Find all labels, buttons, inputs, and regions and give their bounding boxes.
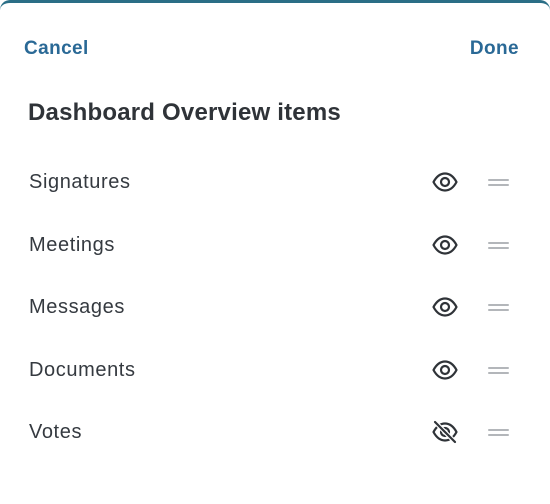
list-item-meetings: Meetings (0, 214, 550, 277)
list-item-votes: Votes (0, 401, 550, 464)
list-item-label: Documents (29, 358, 136, 381)
list-item-label: Messages (29, 296, 125, 318)
drag-handle-icon[interactable] (488, 239, 509, 251)
done-button[interactable]: Done (470, 33, 519, 65)
page-title: Dashboard Overview items (28, 99, 341, 126)
list-item-label: Signatures (29, 171, 131, 193)
list-item-signatures: Signatures (0, 151, 550, 214)
overview-items-list: Signatures Meetings Messages Documents V… (0, 151, 550, 464)
drag-handle-icon[interactable] (488, 364, 509, 376)
drag-handle-icon[interactable] (488, 426, 509, 438)
list-item-label: Votes (29, 421, 83, 443)
eye-icon[interactable] (431, 233, 459, 257)
drag-handle-icon[interactable] (488, 176, 509, 188)
sheet-header: Cancel Done (0, 33, 550, 65)
eye-icon[interactable] (431, 170, 459, 194)
list-item-documents: Documents (0, 339, 550, 402)
drag-handle-icon[interactable] (488, 301, 509, 313)
eye-icon[interactable] (431, 358, 459, 382)
list-item-label: Meetings (29, 233, 115, 256)
list-item-messages: Messages (0, 276, 550, 339)
dashboard-items-sheet: Cancel Done Dashboard Overview items Sig… (0, 0, 550, 504)
eye-off-icon[interactable] (431, 420, 459, 444)
cancel-button[interactable]: Cancel (24, 33, 89, 65)
eye-icon[interactable] (431, 295, 459, 319)
